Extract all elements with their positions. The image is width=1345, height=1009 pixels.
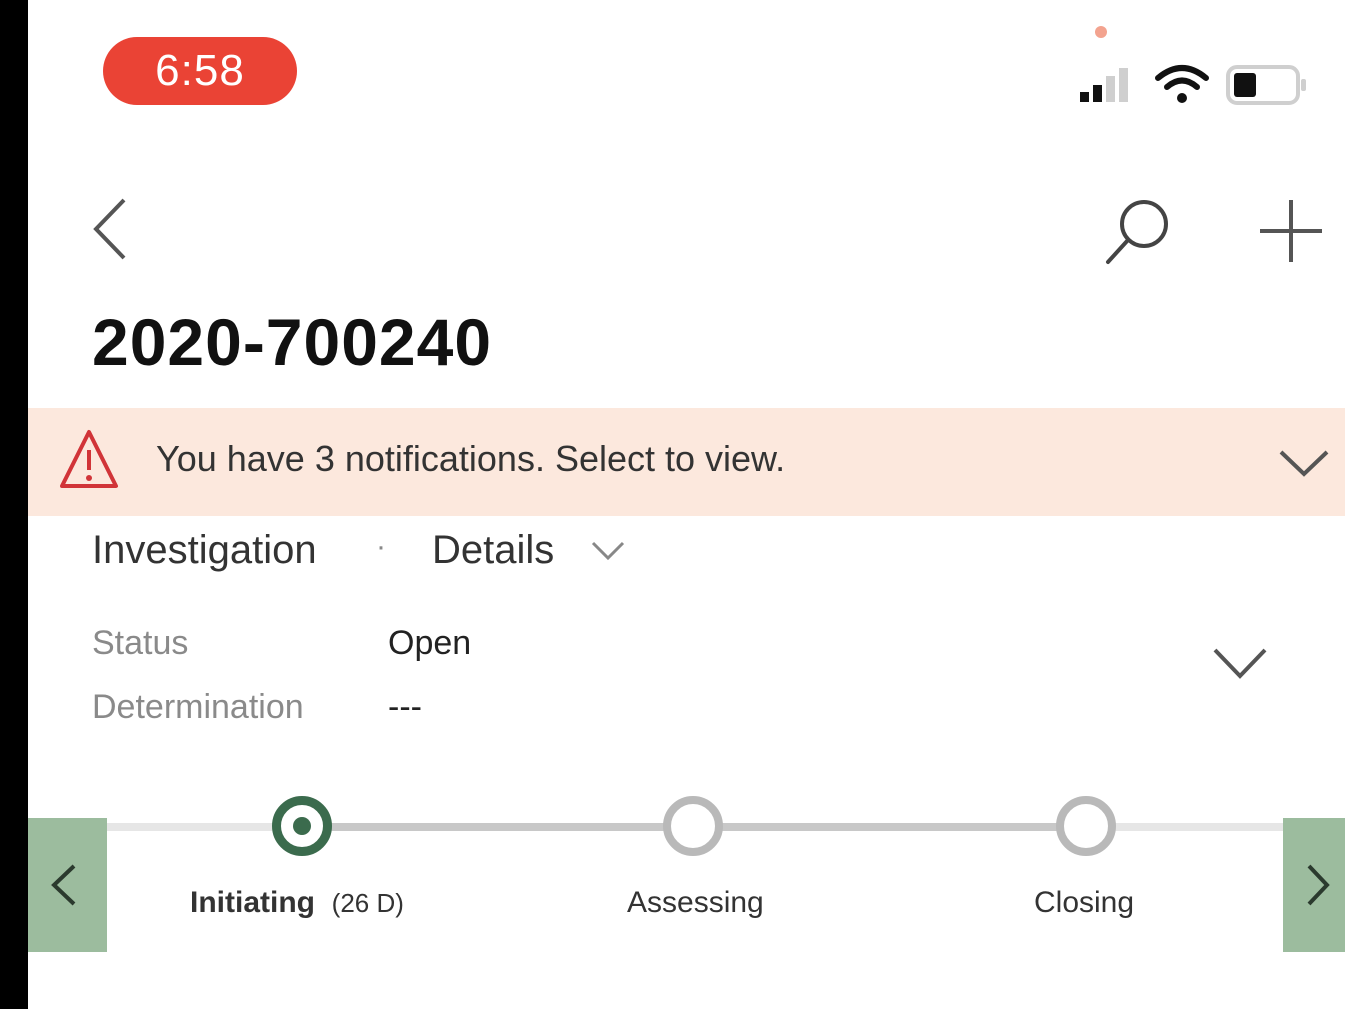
battery-icon	[1226, 65, 1306, 105]
expand-header-chevron-icon[interactable]	[1212, 646, 1268, 680]
stage-initiating-duration: (26 D)	[331, 888, 404, 918]
cellular-signal-icon	[1080, 68, 1128, 102]
search-icon[interactable]	[1104, 196, 1174, 266]
determination-value: ---	[388, 688, 422, 726]
form-name: Investigation	[92, 528, 317, 572]
bpf-next-button[interactable]	[1283, 818, 1345, 952]
stage-assessing-marker[interactable]	[663, 796, 723, 856]
chevron-down-icon[interactable]	[1278, 448, 1330, 478]
back-icon[interactable]	[88, 196, 134, 262]
recording-indicator	[1095, 26, 1107, 38]
bpf-previous-button[interactable]	[28, 818, 107, 952]
plus-icon[interactable]	[1256, 196, 1326, 266]
chevron-left-icon	[51, 864, 76, 906]
warning-icon	[60, 430, 118, 488]
record-title: 2020-700240	[92, 305, 493, 379]
status-label: Status	[92, 624, 189, 662]
stage-closing-label[interactable]: Closing	[1034, 886, 1134, 920]
chevron-down-icon[interactable]	[590, 540, 626, 562]
form-selector[interactable]: Details	[432, 528, 554, 573]
notification-text: You have 3 notifications. Select to view…	[156, 438, 786, 479]
determination-label: Determination	[92, 688, 304, 726]
stage-initiating-marker[interactable]	[272, 796, 332, 856]
header-separator: ·	[376, 530, 386, 563]
notification-banner[interactable]: You have 3 notifications. Select to view…	[28, 408, 1345, 516]
screen-edge	[0, 0, 28, 1009]
stage-closing-marker[interactable]	[1056, 796, 1116, 856]
chevron-right-icon	[1307, 864, 1330, 906]
stage-initiating-label[interactable]: Initiating (26 D)	[190, 886, 404, 920]
wifi-icon	[1155, 65, 1209, 103]
status-time: 6:58	[103, 37, 297, 105]
active-stage-dot	[293, 817, 311, 835]
stage-assessing-label[interactable]: Assessing	[627, 886, 764, 920]
stage-initiating-name: Initiating	[190, 886, 315, 919]
status-value: Open	[388, 624, 472, 662]
app-screen: 6:58 2020-700240 You have 3 notification…	[0, 0, 1345, 1009]
